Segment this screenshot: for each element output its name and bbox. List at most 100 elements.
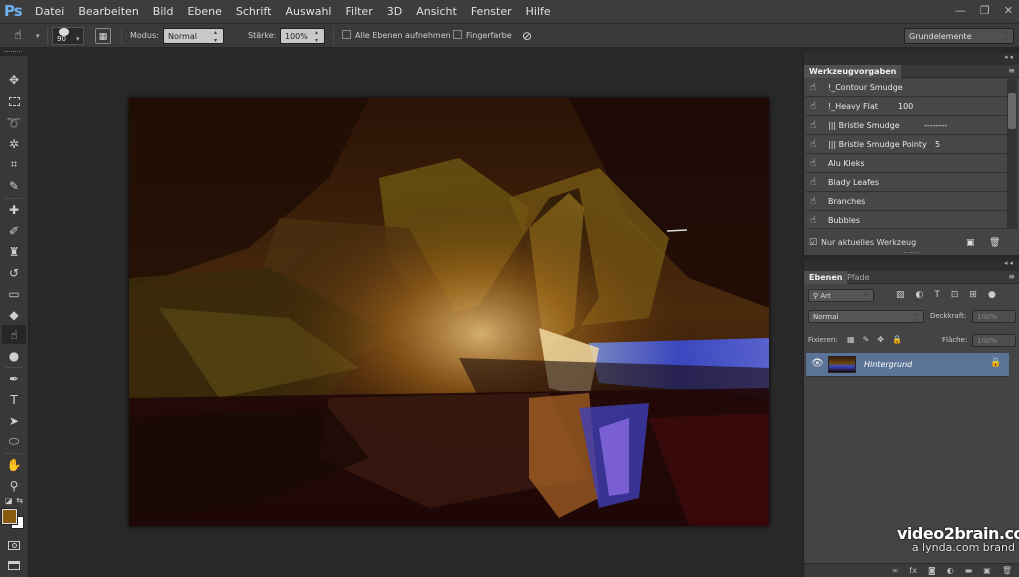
- current-tool-only-checkbox[interactable]: ☑: [809, 236, 817, 250]
- eye-visibility-icon[interactable]: 👁: [811, 358, 824, 369]
- preset-item[interactable]: ☝ ||| Bristle Smudge Pointy 5: [806, 136, 1007, 154]
- menu-ansicht[interactable]: Ansicht: [416, 0, 457, 24]
- tab-paths[interactable]: Pfade: [842, 271, 875, 284]
- history-brush-tool-icon[interactable]: ↺: [2, 263, 26, 282]
- strength-field[interactable]: 100%: [280, 28, 325, 45]
- magic-wand-tool-icon[interactable]: ✲: [2, 134, 26, 153]
- swap-colors-icon[interactable]: ⇆: [16, 496, 23, 505]
- current-tool-only-option[interactable]: ☑ Nur aktuelles Werkzeug ▣ 🗑: [806, 236, 1016, 250]
- clone-stamp-tool-icon[interactable]: ♜: [2, 242, 26, 261]
- finger-paint-option[interactable]: Fingerfarbe: [453, 28, 512, 44]
- screen-mode-icon[interactable]: [2, 556, 26, 575]
- new-group-icon[interactable]: ▬: [965, 564, 973, 577]
- zoom-tool-icon[interactable]: ⚲: [2, 476, 26, 495]
- move-tool-icon[interactable]: ✥: [2, 70, 26, 89]
- delete-layer-icon[interactable]: 🗑: [1002, 564, 1012, 577]
- presets-scrollbar-thumb[interactable]: [1008, 93, 1016, 129]
- layer-filter-select[interactable]: ⚲ Art: [808, 289, 874, 306]
- minimize-icon[interactable]: —: [955, 4, 966, 17]
- link-layers-icon[interactable]: ∞: [892, 564, 899, 577]
- delete-preset-icon[interactable]: 🗑: [989, 236, 1000, 250]
- collapse-panel-icon[interactable]: ◂◂: [1004, 259, 1015, 267]
- menu-filter[interactable]: Filter: [345, 0, 372, 24]
- marquee-tool-icon[interactable]: [2, 92, 26, 111]
- pen-tool-icon[interactable]: ✒: [2, 369, 26, 388]
- close-icon[interactable]: ✕: [1004, 4, 1013, 17]
- brush-tool-icon[interactable]: ✐: [2, 221, 26, 240]
- layer-style-icon[interactable]: fx: [909, 564, 917, 577]
- new-layer-icon[interactable]: ▣: [983, 564, 991, 577]
- paint-bucket-tool-icon[interactable]: ◆: [2, 305, 26, 324]
- restore-icon[interactable]: ❐: [980, 4, 990, 17]
- new-preset-icon[interactable]: ▣: [966, 236, 975, 250]
- tab-tool-presets[interactable]: Werkzeugvorgaben: [804, 65, 902, 78]
- document-canvas[interactable]: [129, 98, 769, 526]
- collapse-panel-icon[interactable]: ◂◂: [1004, 53, 1015, 61]
- lock-position-icon[interactable]: ✥: [877, 334, 884, 347]
- adjustment-layer-icon[interactable]: ◐: [947, 564, 954, 577]
- quick-mask-icon[interactable]: [2, 536, 26, 555]
- menu-schrift[interactable]: Schrift: [236, 0, 272, 24]
- filter-adjustment-icon[interactable]: ◐: [916, 289, 924, 302]
- menu-fenster[interactable]: Fenster: [471, 0, 512, 24]
- dodge-tool-icon[interactable]: ●: [2, 346, 26, 365]
- smudge-tool-icon[interactable]: ☝: [2, 325, 26, 344]
- filter-toggle-icon[interactable]: ●: [988, 289, 996, 302]
- menu-3d[interactable]: 3D: [387, 0, 402, 24]
- pressure-icon[interactable]: ⊘: [522, 28, 532, 44]
- opacity-field[interactable]: 100%: [972, 310, 1016, 327]
- fill-field[interactable]: 100%: [972, 334, 1016, 351]
- eyedropper-tool-icon[interactable]: ✎: [2, 176, 26, 195]
- sample-all-layers-checkbox[interactable]: [342, 30, 351, 39]
- opacity-label: Deckkraft:: [930, 312, 967, 320]
- panel-resize-grip[interactable]: [904, 252, 920, 255]
- brush-panel-toggle-icon[interactable]: ▦: [95, 28, 111, 44]
- lock-all-icon[interactable]: 🔒: [892, 334, 902, 347]
- healing-brush-tool-icon[interactable]: ✚: [2, 200, 26, 219]
- preset-item[interactable]: ☝ ||| Bristle Smudge --------: [806, 117, 1007, 135]
- hand-tool-icon[interactable]: ✋: [2, 455, 26, 474]
- menu-auswahl[interactable]: Auswahl: [285, 0, 331, 24]
- presets-scrollbar[interactable]: [1007, 79, 1017, 229]
- add-mask-icon[interactable]: ◙: [928, 564, 936, 577]
- crop-tool-icon[interactable]: ⌗: [2, 155, 26, 174]
- preset-item[interactable]: ☝ Bubbles: [806, 212, 1007, 229]
- filter-shape-icon[interactable]: ⊡: [951, 289, 959, 302]
- panel-menu-icon[interactable]: ≡: [1008, 66, 1015, 75]
- menu-datei[interactable]: Datei: [35, 0, 64, 24]
- menu-bearbeiten[interactable]: Bearbeiten: [78, 0, 138, 24]
- default-colors-icon[interactable]: ◪: [5, 496, 13, 505]
- foreground-color-swatch[interactable]: [1, 508, 18, 525]
- menu-hilfe[interactable]: Hilfe: [526, 0, 551, 24]
- finger-paint-checkbox[interactable]: [453, 30, 462, 39]
- mode-select[interactable]: Normal: [163, 28, 224, 45]
- menu-ebene[interactable]: Ebene: [187, 0, 221, 24]
- path-selection-tool-icon[interactable]: ➤: [2, 411, 26, 430]
- layer-filter-icons: ▨ ◐ T ⊡ ⊞ ●: [896, 289, 1014, 302]
- panel-menu-icon[interactable]: ≡: [1008, 272, 1015, 281]
- blend-mode-select[interactable]: Normal: [808, 310, 924, 327]
- lock-transparency-icon[interactable]: ▦: [847, 334, 855, 347]
- sample-all-layers-option[interactable]: Alle Ebenen aufnehmen: [342, 28, 451, 44]
- lasso-tool-icon[interactable]: ➰: [2, 113, 26, 132]
- preset-item[interactable]: ☝ !_Heavy Flat 100: [806, 98, 1007, 116]
- filter-pixel-icon[interactable]: ▨: [896, 289, 905, 302]
- filter-type-icon[interactable]: T: [934, 289, 940, 302]
- tab-layers[interactable]: Ebenen: [804, 271, 848, 284]
- brush-picker[interactable]: 90 ▾: [52, 27, 84, 45]
- smudge-tool-preset-icon[interactable]: ☝: [14, 28, 22, 44]
- layer-name[interactable]: Hintergrund: [864, 353, 912, 377]
- preset-picker-arrow-icon[interactable]: ▾: [36, 28, 40, 44]
- preset-item[interactable]: ☝ Branches: [806, 193, 1007, 211]
- workspace-select[interactable]: Grundelemente: [904, 28, 1014, 45]
- eraser-tool-icon[interactable]: ▭: [2, 284, 26, 303]
- preset-item[interactable]: ☝ Blady Leafes: [806, 174, 1007, 192]
- layer-row[interactable]: 👁 Hintergrund 🔒: [806, 353, 1009, 377]
- preset-item[interactable]: ☝ !_Contour Smudge: [806, 79, 1007, 97]
- lock-pixels-icon[interactable]: ✎: [863, 334, 870, 347]
- type-tool-icon[interactable]: T: [2, 390, 26, 409]
- filter-smart-object-icon[interactable]: ⊞: [969, 289, 977, 302]
- preset-item[interactable]: ☝ Alu Kleks: [806, 155, 1007, 173]
- menu-bild[interactable]: Bild: [153, 0, 174, 24]
- shape-tool-icon[interactable]: ⬭: [2, 432, 26, 451]
